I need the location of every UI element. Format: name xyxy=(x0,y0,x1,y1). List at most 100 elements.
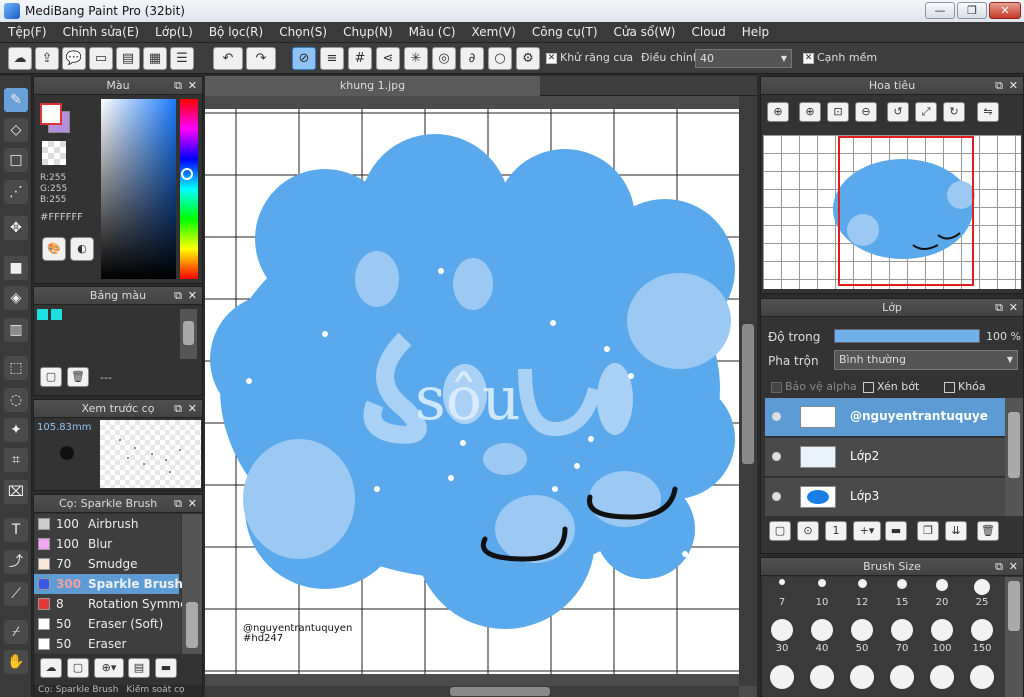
brush-size-option[interactable]: 20 xyxy=(923,579,961,608)
opacity-slider[interactable] xyxy=(834,329,980,343)
smooth-edge-option[interactable]: ✕ Cạnh mềm xyxy=(803,51,877,64)
menu-snap[interactable]: Chụp(N) xyxy=(335,22,401,43)
brush-item-eraser-soft[interactable]: 50 Eraser (Soft) xyxy=(34,614,179,634)
new-layer-icon[interactable]: ▢ xyxy=(769,521,791,541)
visibility-icon[interactable] xyxy=(772,452,781,461)
hue-handle[interactable] xyxy=(181,168,193,180)
saturation-value-field[interactable] xyxy=(101,99,176,279)
protect-alpha-checkbox[interactable] xyxy=(771,381,782,393)
brush-size-option[interactable] xyxy=(843,665,881,689)
fit-icon[interactable]: ⊡ xyxy=(827,102,849,122)
add-layer-menu-icon[interactable]: +▾ xyxy=(853,521,881,541)
brush-size-option[interactable]: 30 xyxy=(763,619,801,654)
tab-brush-control[interactable]: Kiểm soát cọ xyxy=(122,685,188,695)
speech-icon[interactable]: ▭ xyxy=(89,47,113,70)
snap-radial-icon[interactable]: ✳ xyxy=(404,47,428,70)
menu-color[interactable]: Màu (C) xyxy=(401,22,464,43)
adjust-dropdown[interactable]: 40 ▼ xyxy=(695,49,792,68)
popout-icon[interactable]: ⧉ xyxy=(995,77,1003,95)
magic-wand-icon[interactable]: ✦ xyxy=(4,418,28,442)
visibility-icon[interactable] xyxy=(772,412,781,421)
operation-tool-icon[interactable]: ⤴ xyxy=(4,550,28,574)
snap-off-icon[interactable]: ⊘ xyxy=(292,47,316,70)
close-icon[interactable]: ✕ xyxy=(188,287,197,305)
panel-layout-icon[interactable]: ▦ xyxy=(143,47,167,70)
brush-size-option[interactable]: 15 xyxy=(883,579,921,608)
menu-select[interactable]: Chọn(S) xyxy=(271,22,335,43)
menu-help[interactable]: Help xyxy=(734,22,777,43)
palette-swatch[interactable] xyxy=(51,309,62,320)
undo-icon[interactable]: ↶ xyxy=(213,47,243,70)
cloud-brush-icon[interactable]: ☁ xyxy=(40,658,62,678)
move-tool-icon[interactable]: ✥ xyxy=(4,216,28,240)
brush-size-option[interactable]: 100 xyxy=(923,619,961,654)
tab-brush[interactable]: Cọ: Sparkle Brush xyxy=(34,685,122,695)
snap-circle-icon[interactable]: ○ xyxy=(488,47,512,70)
maximize-button[interactable]: ❐ xyxy=(957,2,987,19)
brush-size-option[interactable]: 10 xyxy=(803,579,841,608)
snap-curve-icon[interactable]: ∂ xyxy=(460,47,484,70)
rotate-left-icon[interactable]: ↺ xyxy=(887,102,909,122)
zoom-in-icon[interactable]: ⊕ xyxy=(767,102,789,122)
snap-perspective-icon[interactable]: ⋖ xyxy=(376,47,400,70)
brush-size-scrollbar[interactable] xyxy=(1005,577,1023,697)
palette-icon[interactable]: 🎨 xyxy=(42,237,66,261)
select-eraser-icon[interactable]: ⌧ xyxy=(4,480,28,504)
horizontal-scroll-thumb[interactable] xyxy=(450,687,550,696)
menu-view[interactable]: Xem(V) xyxy=(464,22,524,43)
brush-size-option[interactable]: 50 xyxy=(843,619,881,654)
antialias-option[interactable]: ✕ Khử răng cưa xyxy=(546,51,633,64)
popout-icon[interactable]: ⧉ xyxy=(174,77,182,95)
dot-brush-icon[interactable]: ⋰ xyxy=(4,180,28,204)
select-pen-icon[interactable]: ⌗ xyxy=(4,448,28,472)
hand-tool-icon[interactable]: ✋ xyxy=(4,650,28,674)
new-brush-icon[interactable]: ▢ xyxy=(67,658,89,678)
menu-window[interactable]: Cửa sổ(W) xyxy=(606,22,684,43)
drawing-canvas[interactable]: sôu @nguyentrantuquyen #hd247 xyxy=(205,109,739,674)
viewport-indicator[interactable] xyxy=(838,136,974,286)
text-tool-icon[interactable]: T xyxy=(4,518,28,542)
fullscreen-icon[interactable]: ⤢ xyxy=(915,102,937,122)
popout-icon[interactable]: ⧉ xyxy=(995,299,1003,317)
bucket-icon[interactable]: ◈ xyxy=(4,286,28,310)
brush-list-scrollbar[interactable] xyxy=(182,514,202,654)
menu-filter[interactable]: Bộ lọc(R) xyxy=(201,22,271,43)
layer-item[interactable]: @nguyentrantuquye xyxy=(765,398,1005,437)
lock-option[interactable]: Khóa xyxy=(944,380,986,393)
cloud-icon[interactable]: ☁ xyxy=(8,47,32,70)
minimize-button[interactable]: — xyxy=(925,2,955,19)
popout-icon[interactable]: ⧉ xyxy=(174,495,182,513)
fill-rect-icon[interactable]: ■ xyxy=(4,256,28,280)
vertical-scroll-thumb[interactable] xyxy=(742,324,754,464)
menu-cloud[interactable]: Cloud xyxy=(684,22,734,43)
transparent-color-icon[interactable] xyxy=(42,141,66,165)
page-icon[interactable]: ▤ xyxy=(116,47,140,70)
brush-settings-icon[interactable]: ▤ xyxy=(128,658,150,678)
comment-icon[interactable]: 💬 xyxy=(62,47,86,70)
close-button[interactable]: ✕ xyxy=(989,2,1021,19)
navigator-preview[interactable] xyxy=(763,135,1021,289)
antialias-checkbox[interactable]: ✕ xyxy=(546,52,557,64)
folder-icon[interactable]: ▬ xyxy=(885,521,907,541)
zoom-in-2-icon[interactable]: ⊕ xyxy=(799,102,821,122)
menu-tools[interactable]: Công cụ(T) xyxy=(524,22,606,43)
visibility-icon[interactable] xyxy=(772,492,781,501)
brush-size-option[interactable]: 12 xyxy=(843,579,881,608)
merge-layer-icon[interactable]: ⇊ xyxy=(945,521,967,541)
select-rect-icon[interactable]: ⬚ xyxy=(4,356,28,380)
layer-item[interactable]: Lớp3 xyxy=(765,478,1005,516)
brush-size-option[interactable]: 25 xyxy=(963,579,1001,608)
primary-color-swatch[interactable] xyxy=(40,103,62,125)
palette-scrollbar[interactable] xyxy=(180,309,197,359)
popout-icon[interactable]: ⧉ xyxy=(995,558,1003,576)
new-palette-icon[interactable]: ▢ xyxy=(40,367,62,387)
menu-edit[interactable]: Chỉnh sửa(E) xyxy=(55,22,148,43)
flip-icon[interactable]: ⇋ xyxy=(977,102,999,122)
duplicate-layer-icon[interactable]: ❐ xyxy=(917,521,939,541)
eyedropper-icon[interactable]: ⌿ xyxy=(4,620,28,644)
divide-tool-icon[interactable]: ⟋ xyxy=(4,582,28,606)
tab-document[interactable]: khung 1.jpg xyxy=(205,76,540,96)
layer-item[interactable]: Lớp2 xyxy=(765,438,1005,477)
close-icon[interactable]: ✕ xyxy=(1009,299,1018,317)
trash-icon[interactable]: 🗑 xyxy=(67,367,89,387)
